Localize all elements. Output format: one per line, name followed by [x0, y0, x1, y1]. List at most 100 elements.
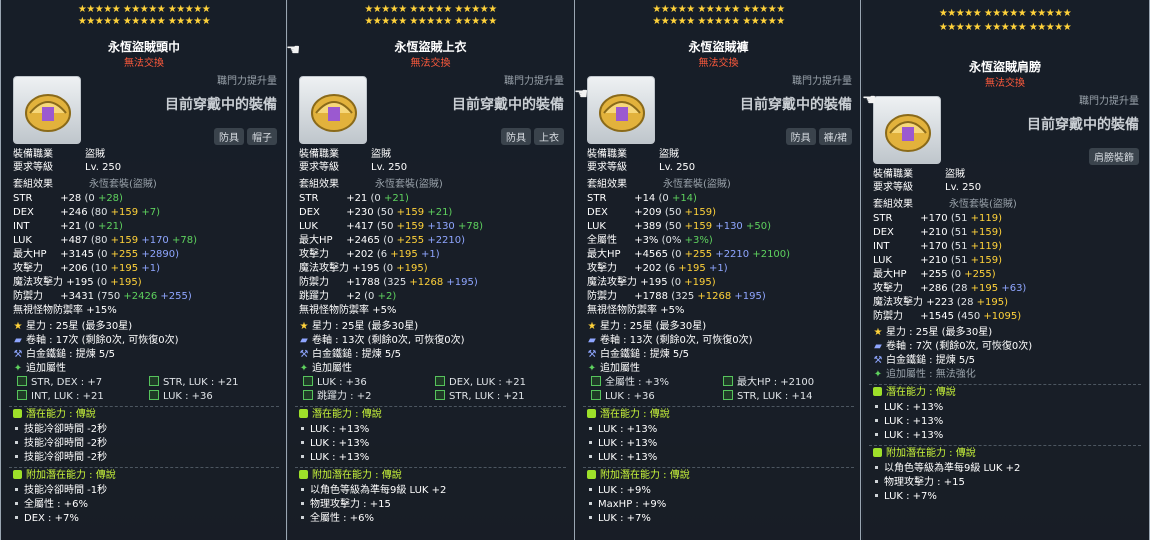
flame-bullet-icon: [17, 376, 27, 386]
stat-name: 無視怪物防禦率: [299, 305, 369, 316]
info-row: ▰ 卷軸 : 7次 (剩餘0次, 可恢復0次): [873, 340, 1032, 353]
stat-row: 無視怪物防禦率 +5%: [587, 304, 684, 317]
info-row: LUK : +36 DEX, LUK : +21: [303, 376, 526, 389]
bullet-icon: [875, 494, 878, 497]
bonus-label: 職門力提升量: [217, 76, 277, 87]
info-row: ⚒ 白金鐵鎚 : 提煉 5/5: [13, 348, 115, 361]
info-row: 技能冷卻時間 -1秒: [15, 484, 107, 497]
potential-label: 潛在能力 : 傳說: [600, 409, 670, 420]
stat-breakdown-part: +7): [141, 207, 160, 218]
info-row: 附加潛在能力 : 傳說: [13, 469, 116, 482]
stat-name: 最大HP: [587, 249, 621, 260]
info-row: 物理攻擊力 : +15: [875, 476, 965, 489]
info-row: ★ 星力 : 25星 (最多30星): [13, 320, 133, 333]
stat-name: LUK: [13, 235, 32, 246]
divider: [295, 406, 566, 407]
stat-name: INT: [13, 221, 30, 232]
stat-row: STR +21 (0 +21): [299, 192, 409, 205]
flame-bullet-icon: [303, 390, 313, 400]
stat-row: INT +21 (0 +21): [13, 220, 123, 233]
info-row: 潛在能力 : 傳說: [587, 408, 670, 421]
stat-breakdown-part: +2426: [123, 291, 158, 302]
job-value: 盜賊: [659, 149, 679, 160]
flame-bullet-icon: [303, 376, 313, 386]
bullet-icon: [15, 441, 18, 444]
starforce-stars-row: ★★★★★ ★★★★★ ★★★★★: [652, 4, 785, 15]
stat-total: +246: [60, 207, 88, 218]
stat-breakdown-part: +195: [678, 263, 706, 274]
stat-breakdown-part: +195): [976, 297, 1009, 308]
stat-breakdown-part: (0: [382, 263, 394, 274]
stat-total: +209: [634, 207, 662, 218]
stat-row: 最大HP +255 (0 +255): [873, 268, 996, 281]
additional-stats-label: 追加屬性: [600, 363, 640, 374]
stat-breakdown-part: +1): [141, 263, 160, 274]
starforce-stars-row: ★★★★★ ★★★★★ ★★★★★: [77, 4, 211, 15]
info-row: 跳躍力 : +2 STR, LUK : +21: [303, 390, 525, 403]
bullet-icon: [301, 502, 304, 505]
bullet-icon: [301, 488, 304, 491]
potential-label: 潛在能力 : 傳說: [26, 409, 96, 420]
additional-potential-label: 附加潛在能力 : 傳說: [312, 470, 402, 481]
divider: [583, 467, 854, 468]
info-row: LUK : +13%: [589, 451, 657, 464]
stat-breakdown-part: +159: [110, 235, 139, 246]
set-value: 永恆套裝(盜賊): [663, 179, 731, 190]
additional-stats-label: 追加屬性: [26, 363, 66, 374]
stat-breakdown-part: +63): [1001, 283, 1027, 294]
stat-row: 防禦力 +3431 (750 +2426 +255): [13, 290, 192, 303]
flame-text: 最大HP : +2100: [737, 377, 815, 388]
stat-breakdown-part: (51: [950, 255, 968, 266]
stat-name: 防禦力: [13, 291, 43, 302]
legendary-icon: [299, 470, 308, 479]
scroll-icon: ▰: [588, 335, 596, 346]
stat-row: 防禦力 +1788 (325 +1268 +195): [299, 276, 478, 289]
starforce-stars-row: ★★★★★ ★★★★★ ★★★★★: [77, 16, 211, 27]
bullet-icon: [589, 516, 592, 519]
info-row: 要求等級 Lv. 250: [299, 161, 407, 174]
info-row: 技能冷卻時間 -2秒: [15, 451, 107, 464]
stat-row: DEX +210 (51 +159): [873, 226, 1002, 239]
scroll-label: 卷軸 :: [312, 335, 339, 346]
additional-potential-line: LUK : +9%: [598, 485, 651, 496]
stat-breakdown-part: (750: [97, 291, 121, 302]
scroll-label: 卷軸 :: [886, 341, 913, 352]
stat-breakdown-part: (325: [671, 291, 695, 302]
info-row: 裝備職業 盜賊: [587, 148, 679, 161]
equipped-label: 目前穿戴中的裝備: [740, 97, 852, 113]
stat-row: 攻擊力 +286 (28 +195 +63): [873, 282, 1026, 295]
stat-name: STR: [587, 193, 607, 204]
stat-breakdown-part: +1): [420, 249, 440, 260]
stat-breakdown-part: +255): [160, 291, 192, 302]
info-row: ✦ 追加屬性 : 無法強化: [873, 368, 976, 381]
additional-potential-label: 附加潛在能力 : 傳說: [26, 470, 116, 481]
stat-name: INT: [873, 241, 890, 252]
trade-status: 無法交換: [124, 58, 164, 69]
stat-total: +195: [66, 277, 94, 288]
info-row: LUK : +13%: [875, 401, 943, 414]
stat-total: +210: [920, 227, 948, 238]
scroll-value: 13次 (剩餘0次, 可恢復0次): [341, 335, 465, 346]
legendary-icon: [587, 409, 596, 418]
stat-breakdown-part: +195): [684, 277, 716, 288]
additional-potential-line: DEX : +7%: [24, 513, 79, 524]
hammer-label: 白金鐵鎚 : 提煉 5/5: [26, 349, 115, 360]
stat-breakdown-part: +195): [734, 291, 766, 302]
additional-potential-line: 全屬性 : +6%: [310, 513, 374, 524]
flame-line: 跳躍力 : +2: [303, 390, 435, 403]
stat-breakdown-part: +1): [708, 263, 728, 274]
level-value: Lv. 250: [945, 182, 982, 193]
stat-breakdown-part: +2): [377, 291, 397, 302]
stat-name: 最大HP: [299, 235, 333, 246]
hammer-icon: ⚒: [873, 355, 883, 366]
bullet-icon: [589, 488, 592, 491]
flame-bullet-icon: [723, 390, 733, 400]
flame-line: LUK : +36: [591, 390, 723, 403]
bullet-icon: [15, 516, 18, 519]
bullet-icon: [589, 502, 592, 505]
starforce-stars-row: ★★★★★ ★★★★★ ★★★★★: [652, 16, 785, 27]
stat-row: LUK +417 (50 +159 +130 +78): [299, 220, 483, 233]
info-row: 套組效果 永恆套裝(盜賊): [13, 178, 157, 191]
stat-total: +2: [346, 291, 361, 302]
bullet-icon: [15, 455, 18, 458]
